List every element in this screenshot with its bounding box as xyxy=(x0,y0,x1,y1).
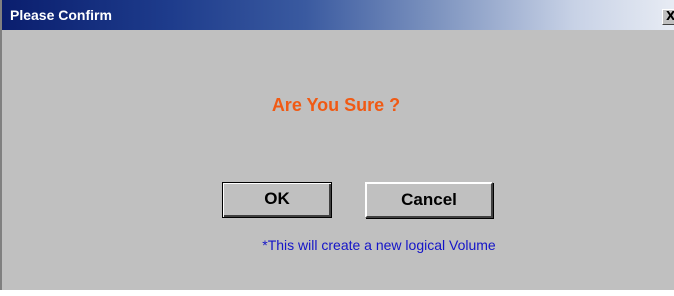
window-title: Please Confirm xyxy=(10,7,112,23)
title-bar[interactable]: Please Confirm xyxy=(2,0,674,30)
close-icon[interactable]: X xyxy=(662,9,674,25)
confirm-dialog: Please Confirm X Are You Sure ? OK Cance… xyxy=(0,0,674,290)
ok-button[interactable]: OK xyxy=(222,182,332,218)
cancel-button[interactable]: Cancel xyxy=(365,182,493,218)
confirm-question: Are You Sure ? xyxy=(271,95,401,115)
info-note: *This will create a new logical Volume xyxy=(262,237,496,253)
